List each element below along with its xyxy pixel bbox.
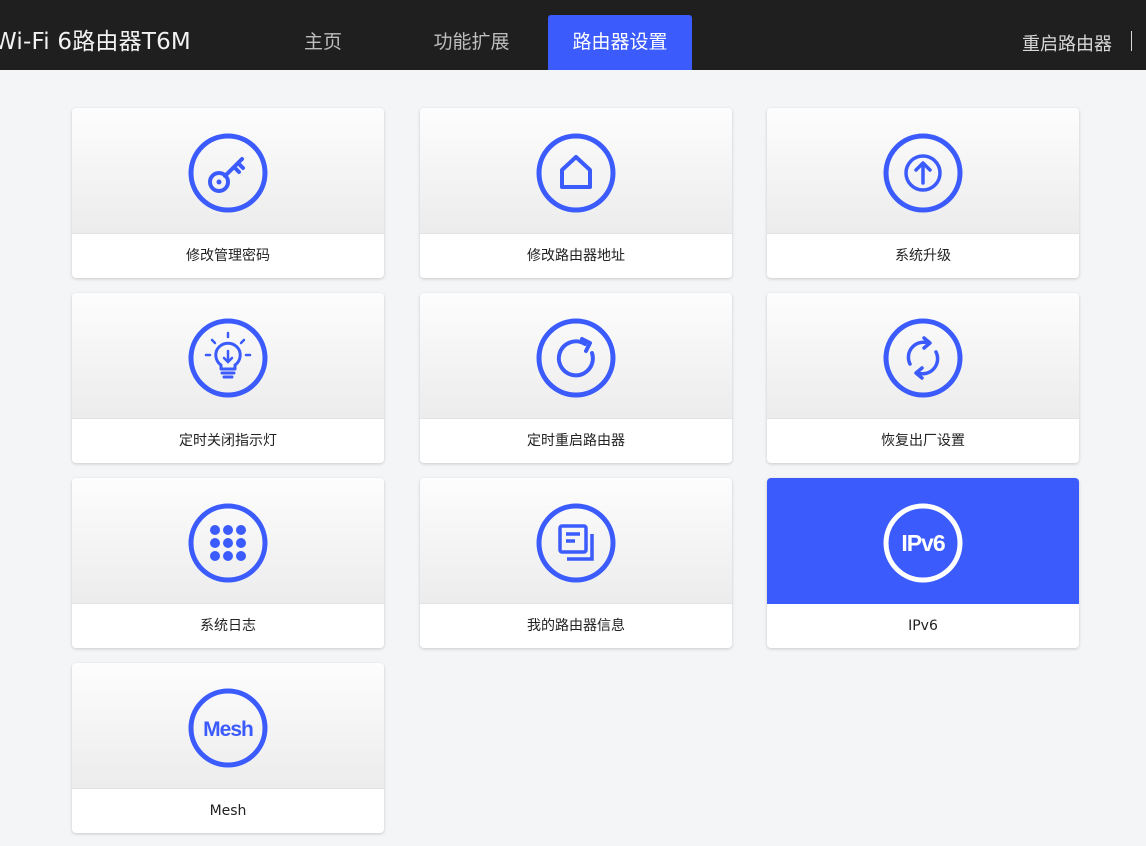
card-label: 修改管理密码 — [186, 248, 270, 264]
card-system-upgrade[interactable]: 系统升级 — [767, 108, 1079, 278]
card-label: 系统日志 — [200, 618, 256, 634]
tab-home[interactable]: 主页 — [284, 15, 362, 70]
card-icon-area — [420, 478, 732, 604]
mesh-icon: Mesh — [188, 688, 268, 768]
card-factory-reset[interactable]: 恢复出厂设置 — [767, 293, 1079, 463]
grid-dots-icon — [188, 503, 268, 583]
card-label: Mesh — [209, 803, 247, 819]
card-label: IPv6 — [908, 618, 938, 634]
brand-title: Wi-Fi 6路由器T6M — [0, 29, 191, 55]
reboot-router-link[interactable]: 重启路由器 — [1022, 30, 1112, 56]
lightbulb-icon — [188, 318, 268, 398]
card-ipv6[interactable]: IPv6 IPv6 — [767, 478, 1079, 648]
card-icon-area — [767, 293, 1079, 419]
ipv6-icon-text: IPv6 — [901, 530, 945, 556]
card-schedule-reboot[interactable]: 定时重启路由器 — [420, 293, 732, 463]
card-system-log[interactable]: 系统日志 — [72, 478, 384, 648]
tab-router-settings[interactable]: 路由器设置 — [548, 15, 692, 70]
card-label: 修改路由器地址 — [527, 248, 625, 264]
card-icon-area — [72, 293, 384, 419]
card-label: 定时重启路由器 — [527, 433, 625, 449]
card-change-router-address[interactable]: 修改路由器地址 — [420, 108, 732, 278]
key-icon — [188, 133, 268, 213]
card-icon-area: IPv6 — [767, 478, 1079, 604]
card-router-info[interactable]: 我的路由器信息 — [420, 478, 732, 648]
card-icon-area: Mesh — [72, 663, 384, 789]
home-icon — [536, 133, 616, 213]
header-divider — [1131, 31, 1132, 51]
factory-reset-icon — [883, 318, 963, 398]
card-label: 定时关闭指示灯 — [179, 433, 277, 449]
card-label: 恢复出厂设置 — [881, 433, 965, 449]
card-icon-area — [72, 478, 384, 604]
documents-icon — [536, 503, 616, 583]
card-mesh[interactable]: Mesh Mesh — [72, 663, 384, 833]
ipv6-icon: IPv6 — [883, 503, 963, 583]
card-icon-area — [420, 293, 732, 419]
card-icon-area — [72, 108, 384, 234]
card-label: 我的路由器信息 — [527, 618, 625, 634]
card-label: 系统升级 — [895, 248, 951, 264]
card-icon-area — [767, 108, 1079, 234]
card-schedule-led-off[interactable]: 定时关闭指示灯 — [72, 293, 384, 463]
top-navigation-bar: Wi-Fi 6路由器T6M 主页 功能扩展 路由器设置 重启路由器 — [0, 0, 1146, 70]
tab-extensions[interactable]: 功能扩展 — [414, 15, 529, 70]
restart-icon — [536, 318, 616, 398]
mesh-icon-text: Mesh — [203, 718, 253, 741]
card-change-admin-password[interactable]: 修改管理密码 — [72, 108, 384, 278]
card-icon-area — [420, 108, 732, 234]
upgrade-arrow-icon — [883, 133, 963, 213]
